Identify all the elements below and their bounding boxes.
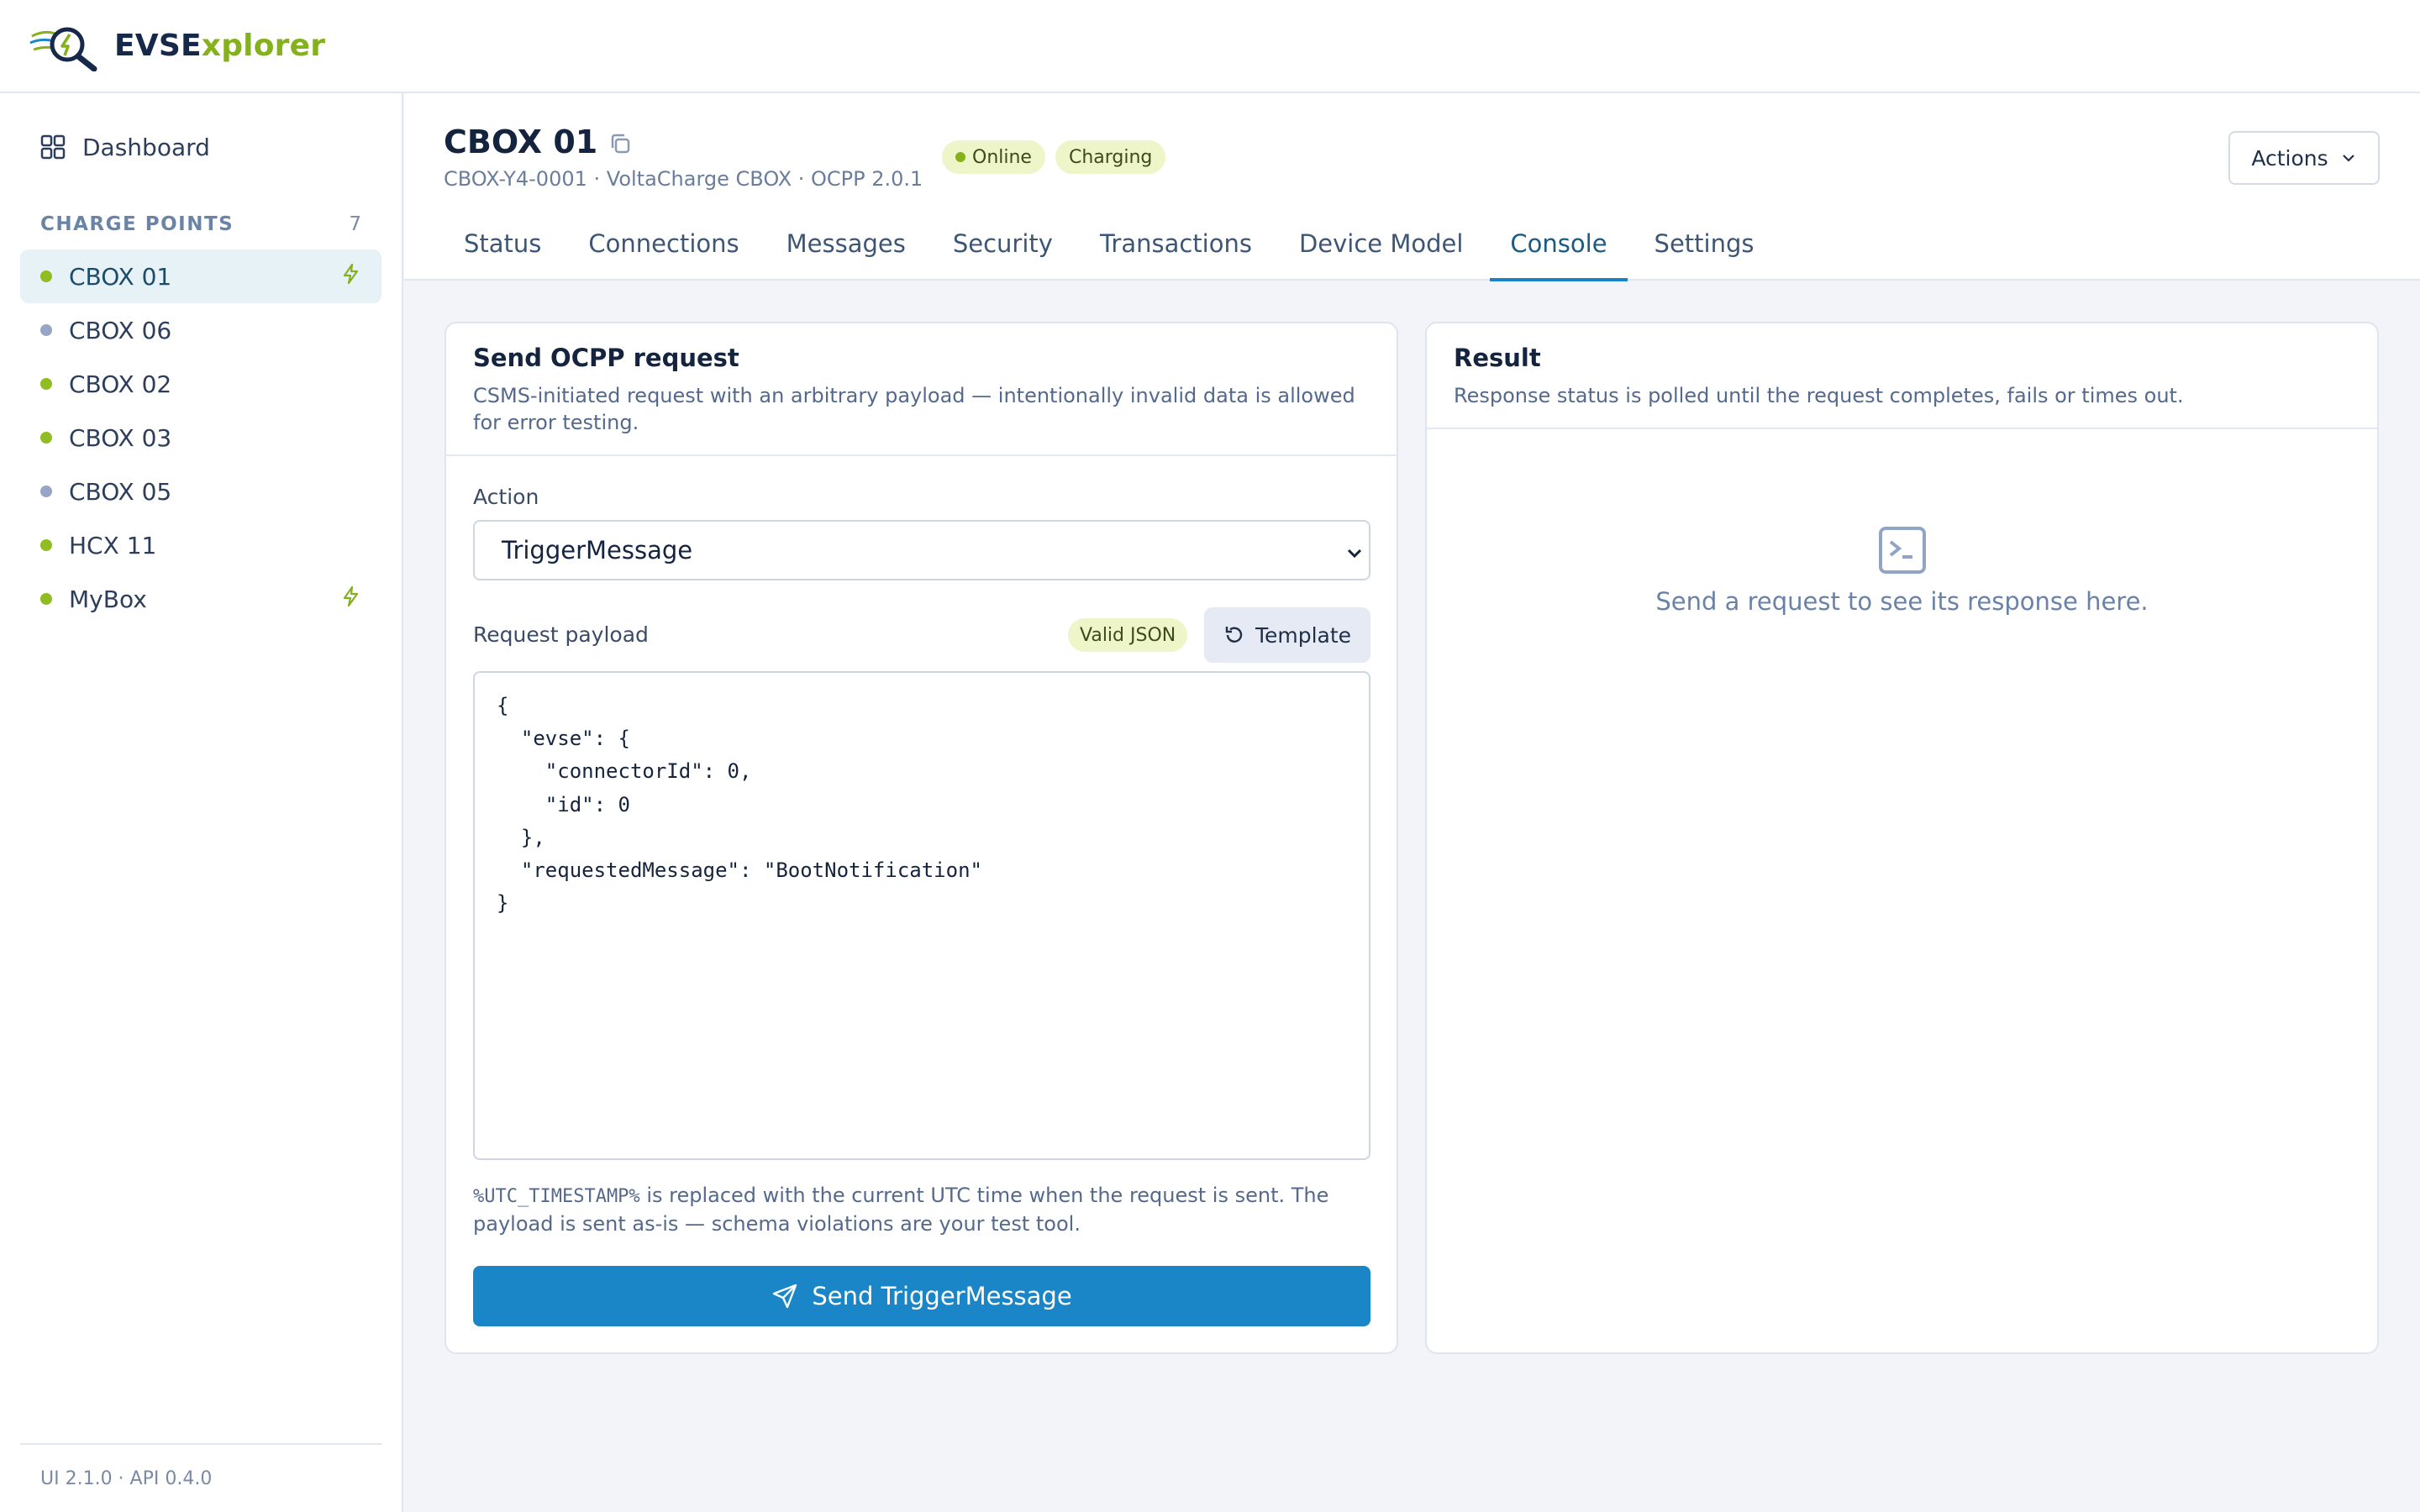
version-footer: UI 2.1.0 · API 0.4.0 (20, 1443, 381, 1512)
send-request-card-header: Send OCPP request CSMS-initiated request… (446, 323, 1397, 456)
result-card: Result Response status is polled until t… (1425, 322, 2379, 1354)
tab-connections[interactable]: Connections (568, 206, 759, 281)
charge-point-name: CBOX 02 (69, 370, 172, 398)
dashboard-label: Dashboard (82, 133, 210, 161)
tab-messages[interactable]: Messages (766, 206, 926, 281)
valid-json-badge: Valid JSON (1068, 618, 1188, 652)
charge-point-name: MyBox (69, 585, 147, 613)
status-badge-charging: Charging (1055, 140, 1166, 174)
charge-point-list: CBOX 01 CBOX 06 CBOX 02 CBOX 03 CBOX 05 HCX 1… (20, 249, 381, 626)
page-header: CBOX 01 CBOX-Y4-0001 · VoltaCharge CBOX … (404, 93, 2420, 281)
online-dot-icon (955, 152, 965, 162)
action-label: Action (473, 485, 539, 509)
result-description: Response status is polled until the requ… (1454, 384, 2184, 407)
charge-point-name: CBOX 01 (69, 262, 172, 291)
status-dot-icon (40, 539, 52, 551)
sidebar-item-charge-point[interactable]: HCX 11 (20, 518, 381, 572)
status-badges: Online Charging (942, 140, 1166, 174)
send-request-title: Send OCPP request (473, 344, 739, 372)
sidebar-item-dashboard[interactable]: Dashboard (20, 120, 381, 174)
status-dot-icon (40, 432, 52, 444)
tab-transactions[interactable]: Transactions (1080, 206, 1272, 281)
payload-hint: %UTC_TIMESTAMP% is replaced with the cur… (473, 1184, 1329, 1236)
copy-icon[interactable] (608, 131, 633, 156)
actions-button[interactable]: Actions (2228, 131, 2380, 185)
sidebar-item-charge-point[interactable]: CBOX 06 (20, 303, 381, 357)
section-title: CHARGE POINTS (40, 213, 234, 235)
charging-bolt-icon (339, 262, 363, 291)
result-empty-text: Send a request to see its response here. (1655, 587, 2149, 616)
action-select-value: TriggerMessage (502, 536, 693, 564)
page-title: CBOX 01 (444, 123, 598, 160)
charging-bolt-icon (339, 585, 363, 614)
send-icon (773, 1284, 797, 1309)
charge-point-name: CBOX 05 (69, 477, 172, 506)
action-select[interactable]: TriggerMessage (473, 520, 1370, 580)
sidebar: Dashboard CHARGE POINTS 7 CBOX 01 CBOX 06… (0, 93, 403, 1512)
result-title: Result (1454, 344, 1541, 372)
template-button[interactable]: Template (1204, 607, 1370, 663)
send-request-button[interactable]: Send TriggerMessage (473, 1266, 1370, 1326)
status-dot-icon (40, 270, 52, 282)
title-row: CBOX 01 (444, 123, 633, 160)
tab-console[interactable]: Console (1490, 206, 1628, 281)
status-dot-icon (40, 593, 52, 605)
top-bar: EVSExplorer (0, 0, 2420, 93)
payload-editor[interactable]: { "evse": { "connectorId": 0, "id": 0 },… (473, 671, 1370, 1160)
dashboard-grid-icon (40, 134, 66, 160)
charge-points-section-header: CHARGE POINTS 7 (40, 207, 361, 241)
status-badge-online: Online (942, 140, 1045, 174)
tab-device-model[interactable]: Device Model (1279, 206, 1483, 281)
chevron-down-icon (1347, 549, 1362, 559)
reset-icon (1225, 627, 1243, 643)
sidebar-item-charge-point[interactable]: MyBox (20, 572, 381, 626)
result-empty-state: Send a request to see its response here. (1427, 525, 2377, 616)
result-card-header: Result Response status is polled until t… (1427, 323, 2377, 429)
sidebar-item-charge-point[interactable]: CBOX 05 (20, 465, 381, 518)
tab-status[interactable]: Status (444, 206, 561, 281)
terminal-icon (1878, 527, 1926, 574)
charge-point-name: CBOX 06 (69, 316, 172, 344)
brand-logo-text: EVSExplorer (114, 29, 326, 63)
status-dot-icon (40, 378, 52, 390)
charge-point-subtitle: CBOX-Y4-0001 · VoltaCharge CBOX · OCPP 2… (444, 167, 923, 191)
tab-bar: Status Connections Messages Security Transac… (444, 206, 1775, 281)
chevron-down-icon (2342, 155, 2354, 162)
logo-magnifier-icon (29, 27, 97, 71)
tab-settings[interactable]: Settings (1634, 206, 1775, 281)
charge-point-name: CBOX 03 (69, 423, 172, 452)
send-request-description: CSMS-initiated request with an arbitrary… (473, 384, 1355, 434)
charge-points-count: 7 (349, 213, 361, 235)
status-dot-icon (40, 324, 52, 336)
charge-point-name: HCX 11 (69, 531, 157, 559)
sidebar-item-charge-point[interactable]: CBOX 02 (20, 357, 381, 411)
status-dot-icon (40, 486, 52, 497)
tab-security[interactable]: Security (933, 206, 1073, 281)
send-request-card: Send OCPP request CSMS-initiated request… (445, 322, 1398, 1354)
payload-label: Request payload (473, 622, 649, 647)
sidebar-item-charge-point[interactable]: CBOX 01 (20, 249, 381, 303)
sidebar-item-charge-point[interactable]: CBOX 03 (20, 411, 381, 465)
